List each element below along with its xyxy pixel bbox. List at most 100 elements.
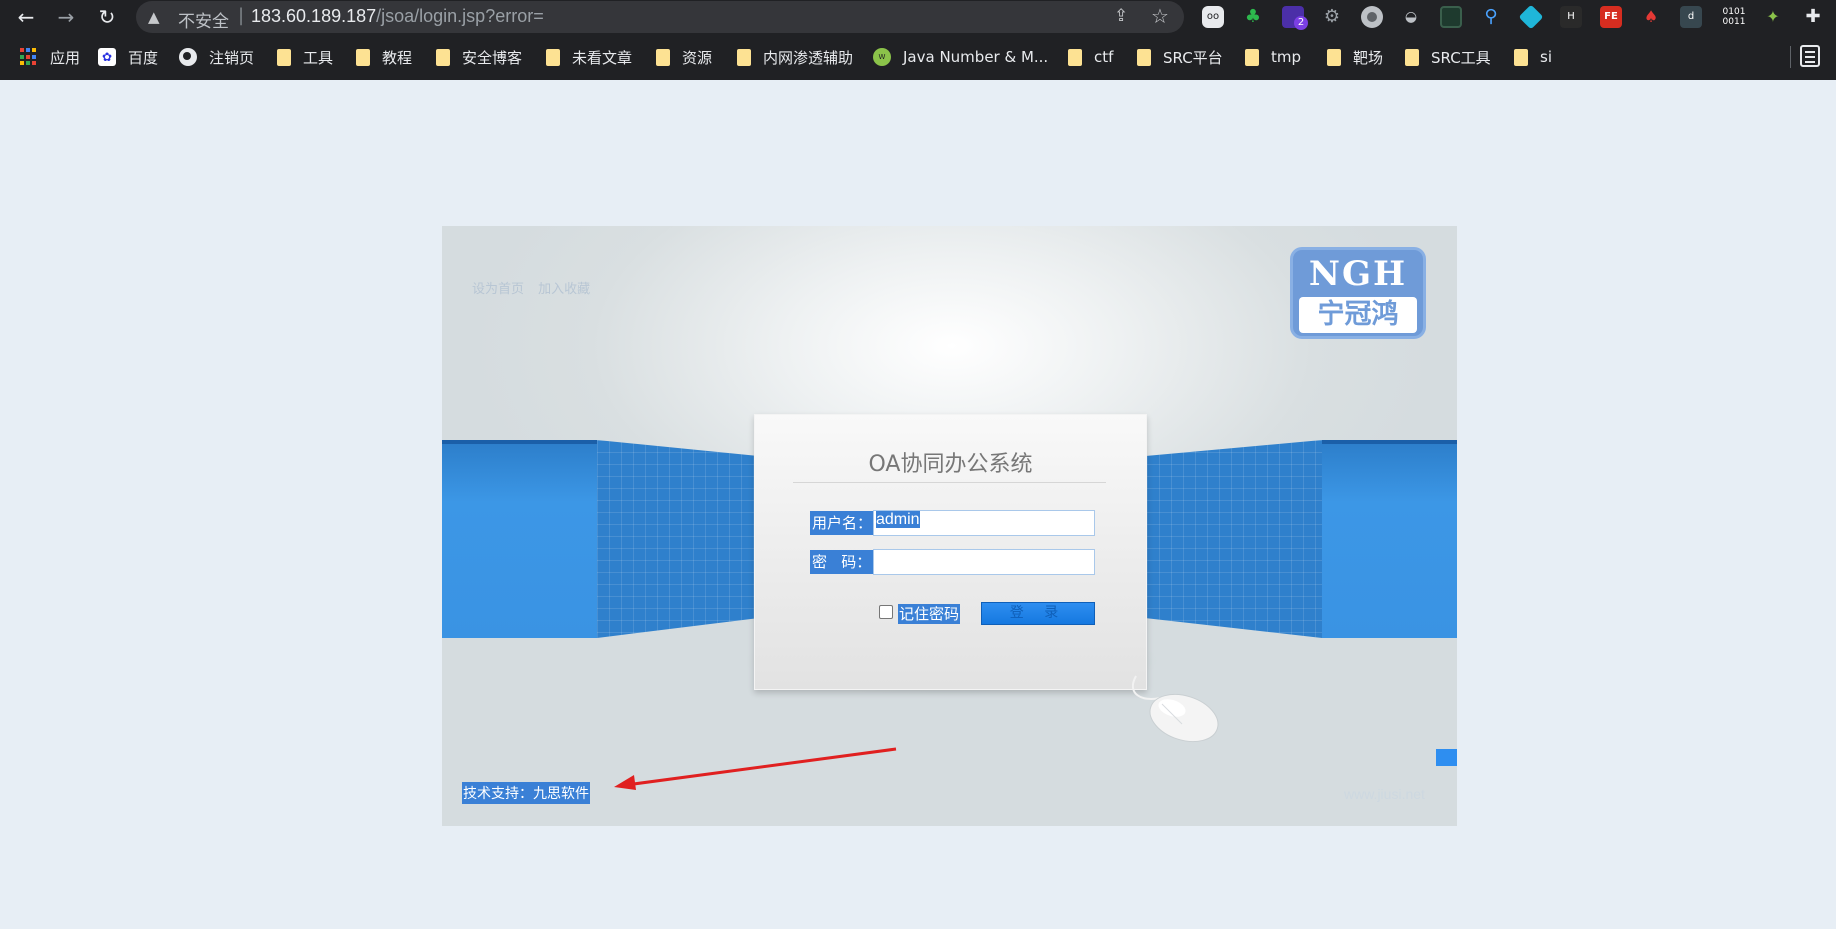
annotation-arrow — [614, 747, 897, 790]
password-input[interactable] — [873, 549, 1095, 575]
logo-text-bottom: 宁冠鸿 — [1299, 297, 1417, 333]
bookmark-logout[interactable]: 注销页 — [179, 46, 254, 68]
bookmark-si[interactable]: si — [1514, 46, 1552, 68]
add-favorite-link[interactable]: 加入收藏 — [538, 282, 590, 297]
page-title: OA协同办公系统 — [868, 452, 1033, 477]
bookmark-baidu[interactable]: ✿ 百度 — [98, 46, 158, 68]
extension-h-icon[interactable]: H — [1560, 6, 1582, 28]
url-separator: | — [238, 5, 245, 26]
bookmark-ctf[interactable]: ctf — [1068, 46, 1113, 68]
bookmark-apps[interactable]: 应用 — [20, 46, 80, 68]
share-icon[interactable]: ⇪ — [1114, 6, 1128, 26]
bookmark-star-icon[interactable]: ☆ — [1151, 4, 1169, 28]
folder-icon — [1245, 48, 1259, 66]
decor-wall-right-grid — [1147, 440, 1322, 638]
decor-wall-left — [442, 440, 597, 638]
extension-badge: 2 — [1294, 16, 1308, 30]
extension-diamond-icon[interactable] — [1518, 4, 1544, 30]
extension-binary-icon[interactable]: 0101 0011 — [1720, 6, 1748, 28]
folder-icon — [546, 48, 560, 66]
username-value: admin — [876, 511, 920, 528]
folder-icon — [1068, 48, 1082, 66]
warning-icon[interactable]: ▲ — [148, 8, 160, 26]
extension-circle-icon[interactable] — [1361, 6, 1383, 28]
bookmark-resources[interactable]: 资源 — [656, 46, 712, 68]
folder-icon — [1137, 48, 1151, 66]
bookmark-label: si — [1540, 48, 1552, 66]
remember-password-label[interactable]: 记住密码 — [898, 604, 961, 624]
set-homepage-link[interactable]: 设为首页 — [472, 282, 524, 297]
extension-fe-icon[interactable]: FE — [1600, 6, 1622, 28]
folder-icon — [1327, 48, 1341, 66]
bookmarks-bar: 应用 ✿ 百度 注销页 工具 教程 安全博客 未看文章 资源 内网渗透辅助 W … — [0, 34, 1836, 80]
baidu-icon: ✿ — [98, 48, 116, 66]
login-button[interactable]: 登 录 — [981, 602, 1095, 625]
bookmark-security-blogs[interactable]: 安全博客 — [436, 46, 522, 68]
password-label: 密 码： — [810, 550, 874, 574]
logo-text-top: NGH — [1308, 254, 1408, 294]
username-label: 用户名： — [810, 511, 875, 535]
bookmark-java-number[interactable]: W Java Number & M... — [873, 46, 1048, 68]
login-panel: OA协同办公系统 用户名： admin 密 码： 记住密码 登 录 — [754, 414, 1147, 690]
top-links: 设为首页 加入收藏 — [472, 278, 600, 297]
address-bar[interactable]: ▲ 不安全 | 183.60.189.187/jsoa/login.jsp?er… — [136, 1, 1184, 33]
folder-icon — [356, 48, 370, 66]
url-host[interactable]: 183.60.189.187 — [251, 6, 376, 26]
bookmark-src-platform[interactable]: SRC平台 — [1137, 46, 1223, 68]
folder-icon — [436, 48, 450, 66]
login-stage: 设为首页 加入收藏 NGH 宁冠鸿 OA协同办公系统 用户名： admin 密 … — [442, 226, 1457, 826]
bookmark-tmp[interactable]: tmp — [1245, 46, 1301, 68]
bookmark-unread-articles[interactable]: 未看文章 — [546, 46, 632, 68]
security-label[interactable]: 不安全 — [178, 7, 229, 32]
decor-wall-left-grid — [597, 440, 757, 638]
extension-gear-icon[interactable]: ⚙ — [1321, 6, 1343, 28]
url-text[interactable]: 183.60.189.187/jsoa/login.jsp?error= — [251, 6, 544, 27]
extensions-puzzle-icon[interactable]: ✚ — [1802, 6, 1824, 28]
bookmark-label: SRC工具 — [1431, 48, 1491, 67]
bookmark-intranet[interactable]: 内网渗透辅助 — [737, 46, 853, 68]
folder-icon — [1514, 48, 1528, 66]
computer-mouse-image — [1132, 675, 1219, 743]
tech-support-text: 技术支持：九思软件 — [462, 782, 590, 804]
reload-icon[interactable]: ↻ — [94, 4, 120, 30]
browser-toolbar: ← → ↻ ▲ 不安全 | 183.60.189.187/jsoa/login.… — [0, 0, 1836, 34]
bookmark-label: 资源 — [682, 48, 713, 67]
extension-frog-icon[interactable]: ✦ — [1762, 6, 1784, 28]
bookmarks-divider — [1790, 46, 1791, 68]
bookmark-label: 应用 — [50, 48, 81, 67]
extension-pin-icon[interactable]: ⚲ — [1480, 6, 1502, 28]
bookmark-label: 注销页 — [209, 48, 255, 67]
bookmark-label: 内网渗透辅助 — [763, 48, 854, 67]
username-input[interactable]: admin — [873, 510, 1095, 536]
extension-hexagon-icon[interactable]: 2 — [1282, 6, 1308, 30]
forward-arrow-icon[interactable]: → — [53, 4, 79, 30]
extension-square-icon[interactable] — [1440, 6, 1462, 28]
bookmark-tools[interactable]: 工具 — [277, 46, 333, 68]
extension-hat-icon[interactable]: ◒ — [1400, 6, 1422, 28]
extension-glasses-icon[interactable]: oo — [1202, 6, 1224, 28]
bookmark-tutorials[interactable]: 教程 — [356, 46, 412, 68]
apps-grid-icon — [20, 48, 38, 66]
binary-line-2: 0011 — [1722, 17, 1746, 27]
folder-icon — [737, 48, 751, 66]
reading-list-icon[interactable] — [1800, 45, 1820, 67]
extension-evernote-icon[interactable]: ♣ — [1242, 6, 1264, 28]
folder-icon — [656, 48, 670, 66]
bookmark-src-tools[interactable]: SRC工具 — [1405, 46, 1491, 68]
java-icon: W — [873, 48, 891, 66]
back-arrow-icon[interactable]: ← — [13, 4, 39, 30]
extension-d-icon[interactable]: d — [1680, 6, 1702, 28]
bookmark-label: 靶场 — [1353, 48, 1384, 67]
extension-santa-icon[interactable]: ♠ — [1640, 6, 1662, 28]
bookmark-label: SRC平台 — [1163, 48, 1223, 67]
globe-icon — [179, 48, 197, 66]
bookmark-label: 工具 — [303, 48, 334, 67]
remember-password-checkbox[interactable] — [879, 605, 893, 619]
bookmark-label: Java Number & M... — [903, 48, 1049, 66]
bookmark-label: 未看文章 — [572, 48, 633, 67]
bookmark-label: ctf — [1094, 48, 1114, 66]
title-divider — [793, 482, 1106, 483]
website-text[interactable]: www.jiusi.net — [1344, 786, 1425, 802]
url-path[interactable]: /jsoa/login.jsp?error= — [376, 6, 544, 26]
bookmark-range[interactable]: 靶场 — [1327, 46, 1383, 68]
